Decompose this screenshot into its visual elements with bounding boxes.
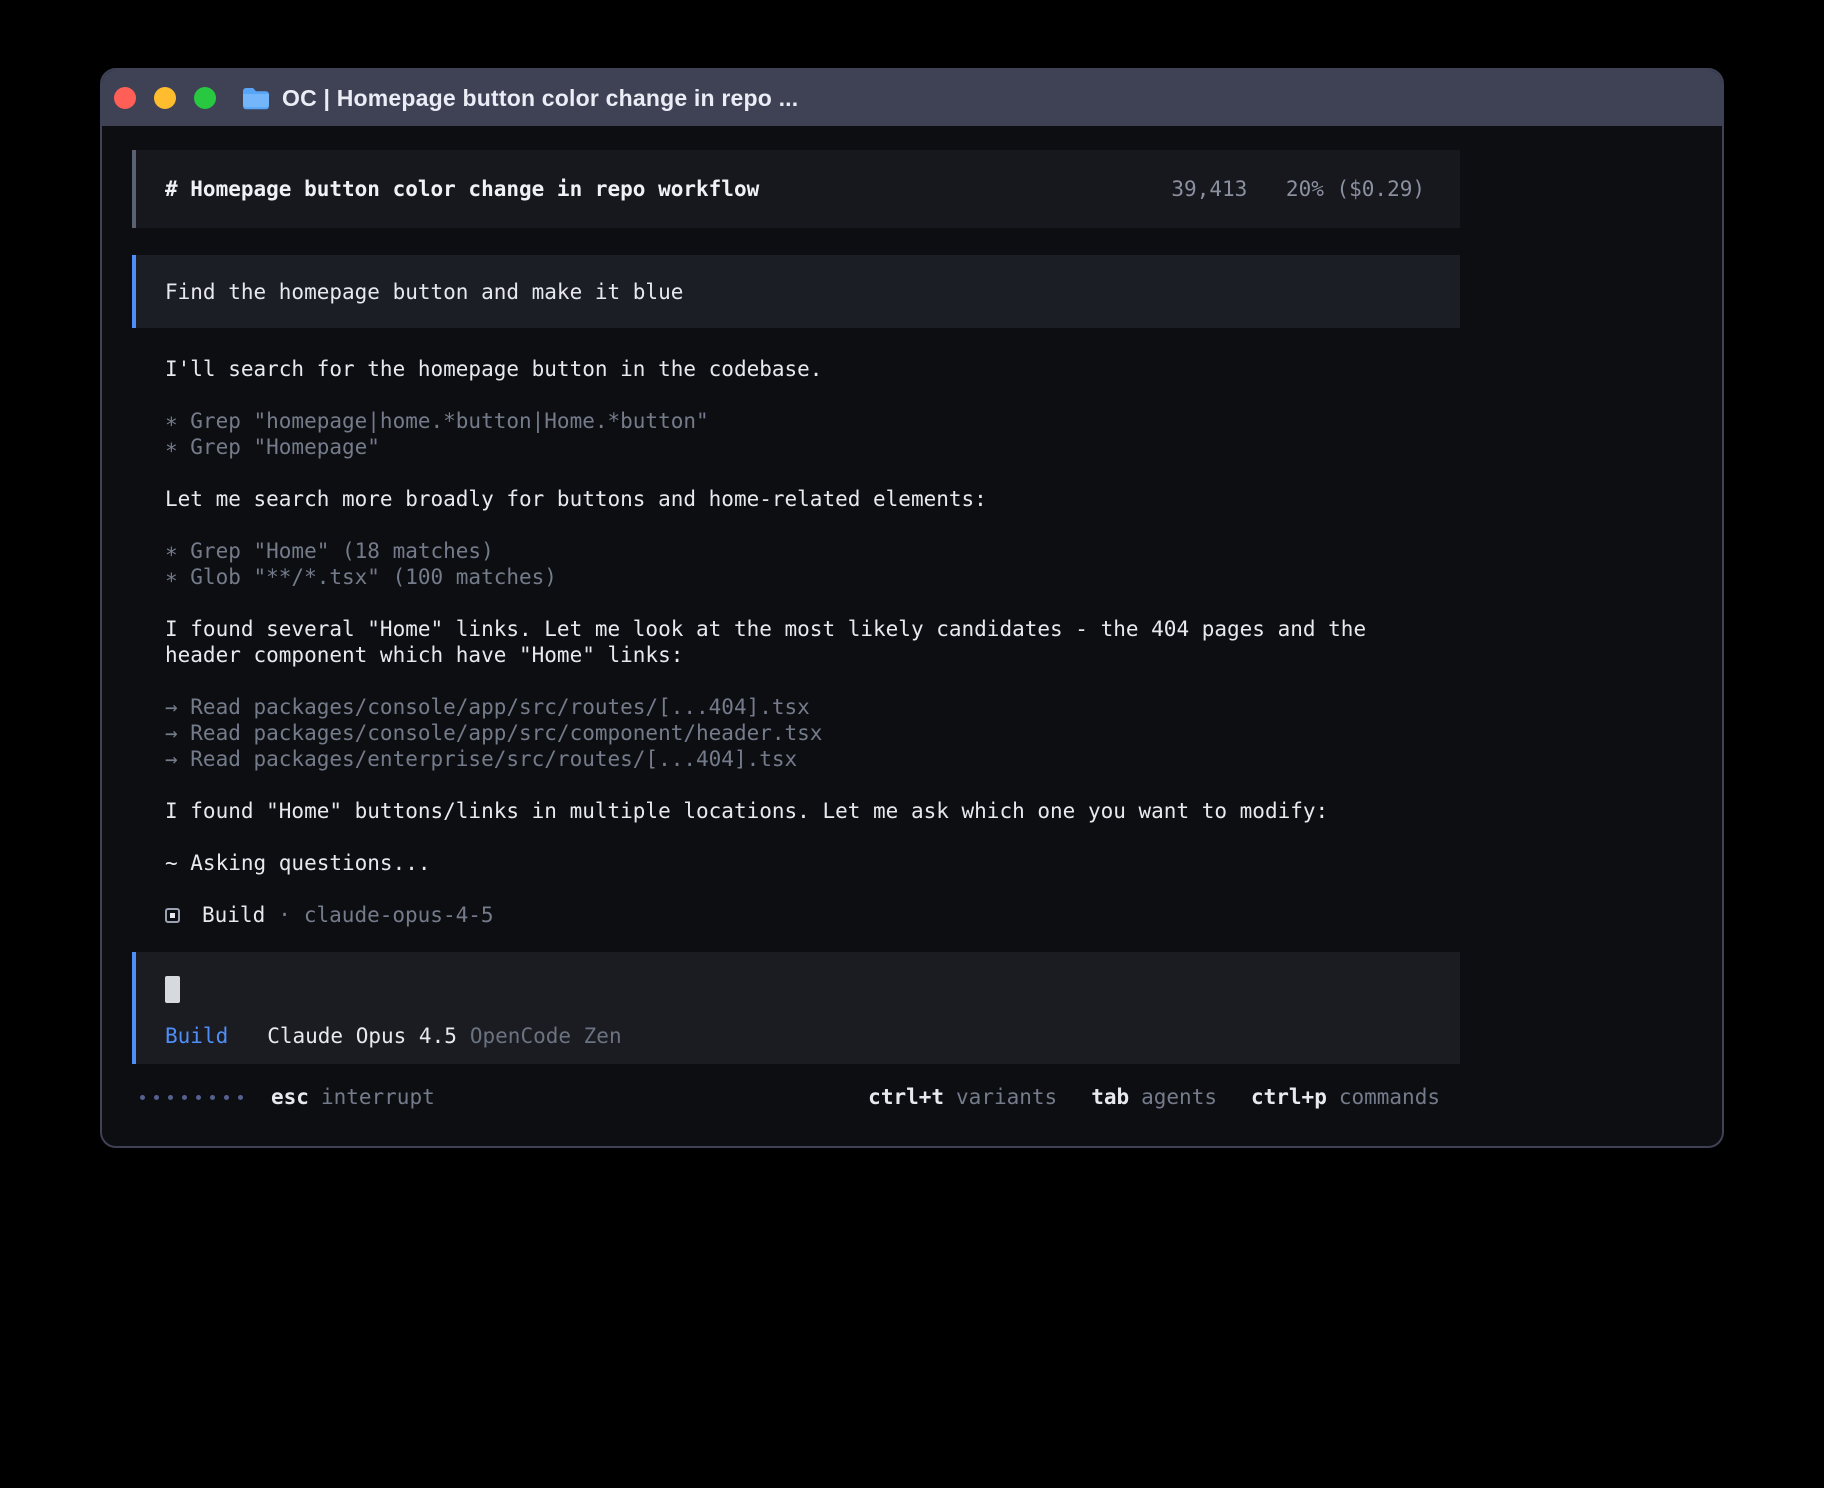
tool-call-read: → Read packages/console/app/src/componen… [165, 720, 1405, 746]
assistant-text: I'll search for the homepage button in t… [165, 356, 1405, 382]
user-message: Find the homepage button and make it blu… [132, 255, 1460, 328]
minimize-button[interactable] [154, 87, 176, 109]
tool-call-read: → Read packages/console/app/src/routes/[… [165, 694, 1405, 720]
esc-key-hint: esc [271, 1084, 309, 1110]
user-message-text: Find the homepage button and make it blu… [165, 279, 683, 305]
context-cost: 20% ($0.29) [1286, 177, 1425, 201]
session-stats: 39,413 20% ($0.29) [1171, 176, 1425, 202]
build-agent-icon [165, 908, 180, 923]
asking-questions-status: ~ Asking questions... [165, 850, 1405, 876]
working-spinner [140, 1095, 243, 1100]
input-provider: OpenCode Zen [470, 1023, 622, 1049]
agent-name: Build [202, 902, 265, 928]
assistant-text: Let me search more broadly for buttons a… [165, 486, 1405, 512]
token-count: 39,413 [1171, 177, 1247, 201]
input-model: Claude Opus 4.5 [267, 1023, 457, 1049]
input-mode: Build [165, 1023, 228, 1049]
shortcut-commands: ctrl+p commands [1251, 1084, 1440, 1110]
tool-call-grep: ∗ Grep "Home" (18 matches) [165, 538, 1405, 564]
session-header: # Homepage button color change in repo w… [132, 150, 1460, 228]
prompt-input[interactable]: Build Claude Opus 4.5 OpenCode Zen [132, 952, 1460, 1064]
agent-model: claude-opus-4-5 [304, 902, 494, 928]
agent-status-row: Build · claude-opus-4-5 [132, 902, 1460, 928]
assistant-text: I found several "Home" links. Let me loo… [165, 616, 1405, 668]
shortcut-variants: ctrl+t variants [868, 1084, 1057, 1110]
terminal-content: # Homepage button color change in repo w… [102, 126, 1722, 1110]
input-status-row: Build Claude Opus 4.5 OpenCode Zen [165, 1023, 1431, 1049]
tool-call-read: → Read packages/enterprise/src/routes/[.… [165, 746, 1405, 772]
interrupt-label: interrupt [321, 1084, 435, 1110]
window-title: OC | Homepage button color change in rep… [282, 85, 798, 112]
zoom-button[interactable] [194, 87, 216, 109]
shortcut-agents: tab agents [1091, 1084, 1217, 1110]
terminal-window: OC | Homepage button color change in rep… [100, 68, 1724, 1148]
folder-icon [242, 87, 270, 110]
text-cursor [165, 976, 180, 1003]
assistant-transcript: I'll search for the homepage button in t… [132, 356, 1405, 876]
tool-call-grep: ∗ Grep "Homepage" [165, 434, 1405, 460]
close-button[interactable] [114, 87, 136, 109]
traffic-lights [114, 87, 216, 109]
assistant-text: I found "Home" buttons/links in multiple… [165, 798, 1405, 824]
tool-call-glob: ∗ Glob "**/*.tsx" (100 matches) [165, 564, 1405, 590]
session-title: # Homepage button color change in repo w… [165, 176, 759, 202]
titlebar[interactable]: OC | Homepage button color change in rep… [102, 70, 1722, 126]
status-bar: esc interrupt ctrl+t variants tab agents… [132, 1084, 1460, 1110]
tool-call-grep: ∗ Grep "homepage|home.*button|Home.*butt… [165, 408, 1405, 434]
separator-dot: · [278, 902, 291, 928]
